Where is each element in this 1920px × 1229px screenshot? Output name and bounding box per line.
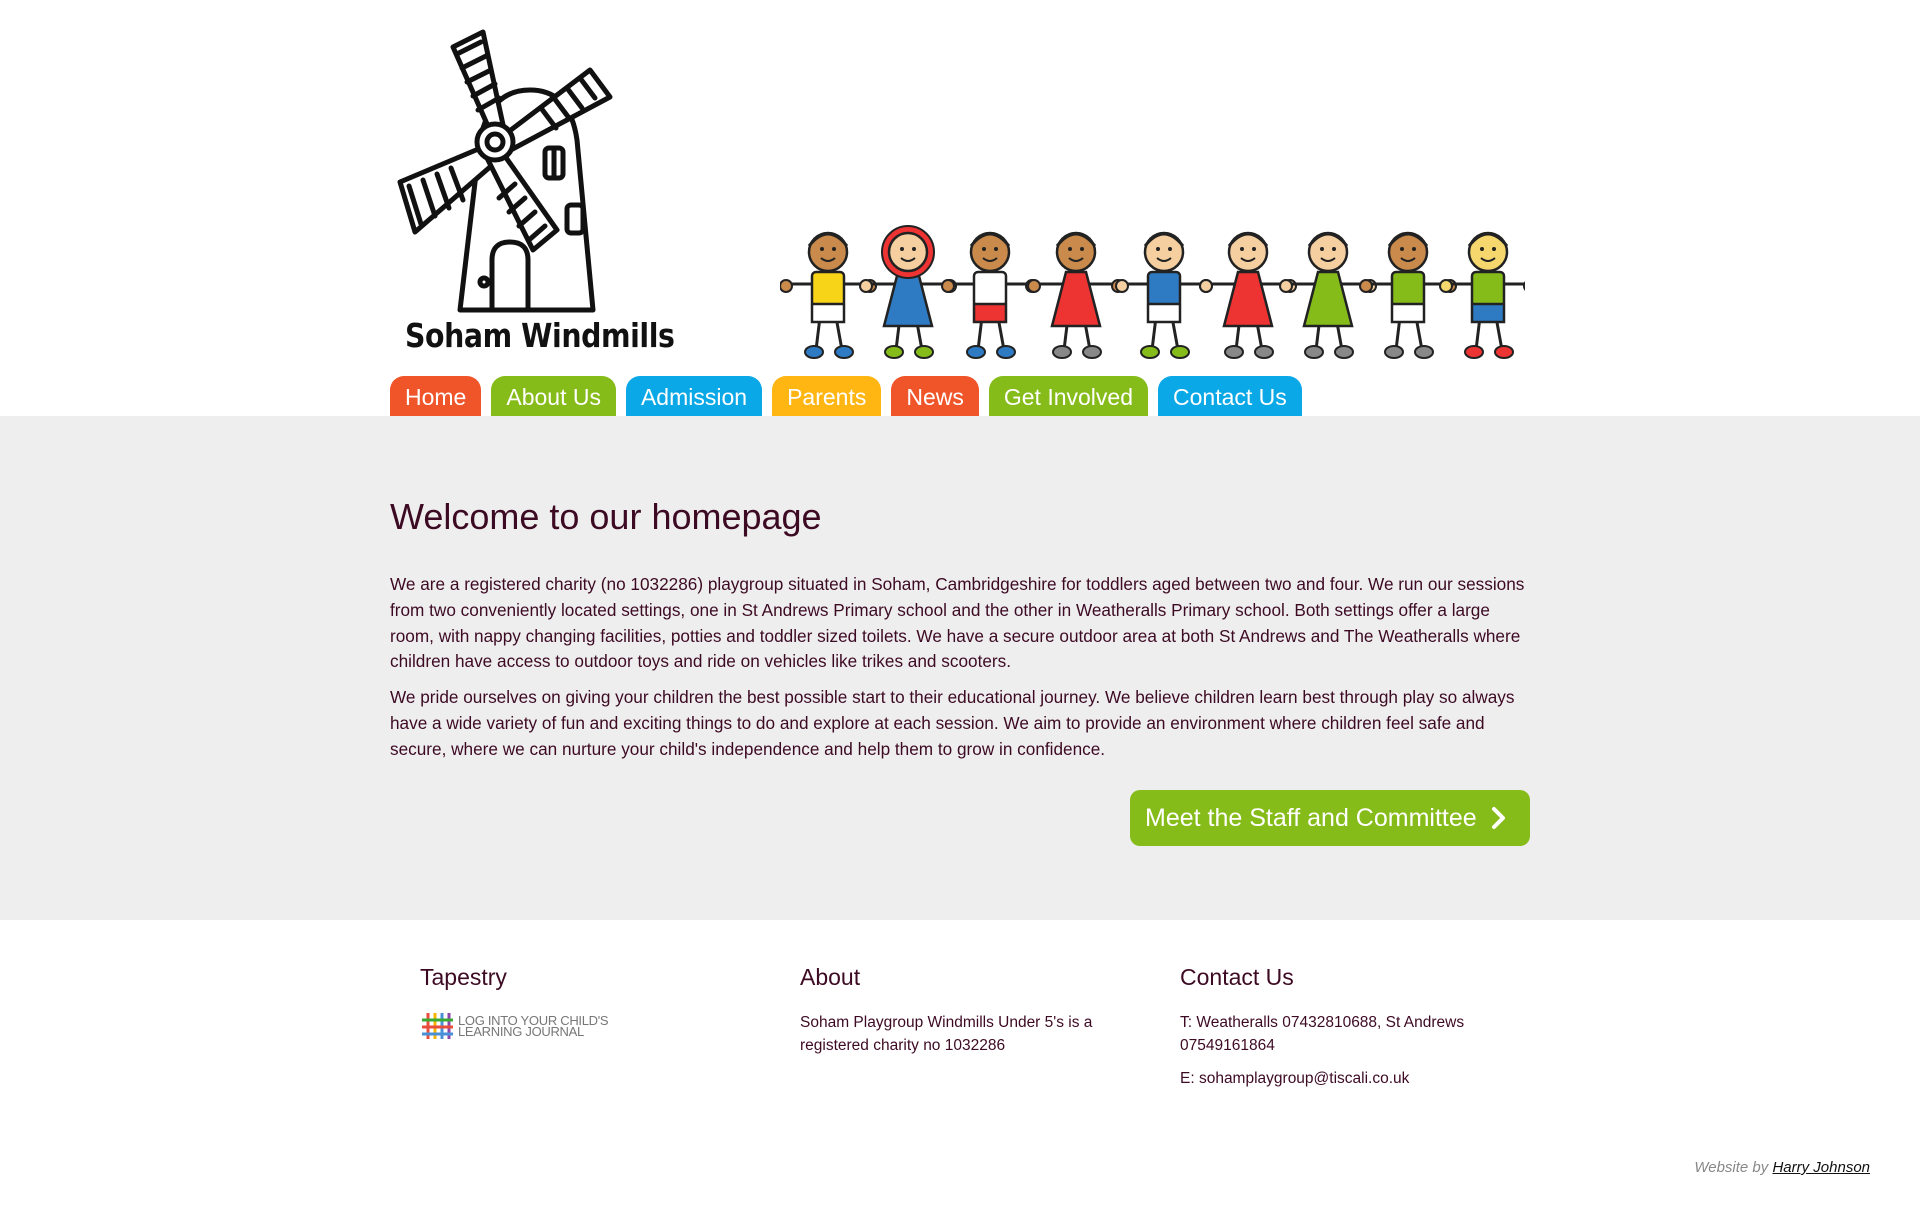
nav-tab-get-involved[interactable]: Get Involved [988, 376, 1148, 416]
page-title: Welcome to our homepage [390, 496, 822, 537]
site-credit: Website by Harry Johnson [1694, 1159, 1870, 1176]
child-face [887, 231, 929, 273]
nav-tab-parents[interactable]: Parents [772, 376, 882, 416]
meet-staff-button[interactable]: Meet the Staff and Committee [1130, 790, 1530, 846]
main-navigation: Home About Us Admission Parents News Get Invo… [390, 376, 1302, 416]
footer-tapestry: Tapestry LOG INTO YOUR CHILD'S LEARNING … [420, 964, 760, 1041]
windmill-icon [397, 29, 613, 313]
logo-text: Soham Windmills [405, 316, 675, 355]
nav-tab-news[interactable]: News [891, 376, 979, 416]
intro-paragraph: We pride ourselves on giving your childr… [390, 687, 1515, 759]
content-area: Welcome to our homepage We are a registe… [390, 496, 1530, 773]
meet-staff-label: Meet the Staff and Committee [1145, 804, 1477, 832]
footer-heading: About [800, 964, 861, 990]
tapestry-link-text: LOG INTO YOUR CHILD'S LEARNING JOURNAL [458, 1013, 609, 1039]
tapestry-login-link[interactable]: LOG INTO YOUR CHILD'S LEARNING JOURNAL [420, 1011, 760, 1041]
contact-email[interactable]: E: sohamplaygroup@tiscali.co.uk [1180, 1067, 1520, 1090]
intro-paragraph: We are a registered charity (no 1032286)… [390, 574, 1525, 672]
main-content: Welcome to our homepage We are a registe… [0, 416, 1920, 920]
site-header: Soham Windmills Home About Us Admission Par… [0, 0, 1920, 416]
credit-link[interactable]: Harry Johnson [1772, 1159, 1870, 1176]
nav-tab-contact-us[interactable]: Contact Us [1158, 376, 1302, 416]
about-text: Soham Playgroup Windmills Under 5's is a… [800, 1014, 1093, 1054]
footer-contact: Contact Us T: Weatheralls 07432810688, S… [1180, 964, 1520, 1100]
contact-phone: T: Weatheralls 07432810688, St Andrews 0… [1180, 1014, 1465, 1054]
nav-tab-admission[interactable]: Admission [625, 376, 763, 416]
nav-tab-about-us[interactable]: About Us [491, 376, 616, 416]
chevron-right-icon [1492, 807, 1505, 829]
site-footer: Tapestry LOG INTO YOUR CHILD'S LEARNING … [0, 920, 1920, 1229]
footer-heading: Contact Us [1180, 964, 1294, 990]
credit-prefix: Website by [1694, 1159, 1769, 1176]
children-illustration [780, 225, 1525, 359]
site-logo[interactable]: Soham Windmills [365, 20, 675, 360]
nav-tab-home[interactable]: Home [390, 376, 482, 416]
tapestry-logo-icon [422, 1013, 453, 1039]
footer-heading: Tapestry [420, 964, 507, 990]
footer-about: About Soham Playgroup Windmills Under 5'… [800, 964, 1140, 1067]
